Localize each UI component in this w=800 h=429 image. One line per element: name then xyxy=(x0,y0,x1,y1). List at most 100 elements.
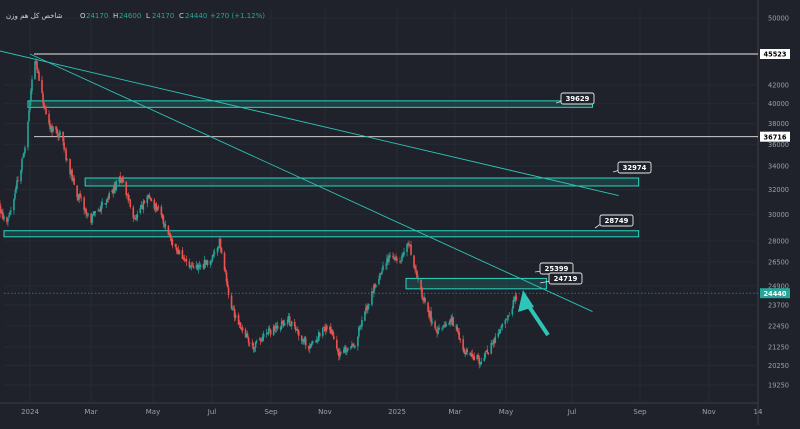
candle-body xyxy=(415,268,417,271)
candle-body xyxy=(135,218,138,220)
candle-body xyxy=(73,178,75,185)
y-tick-label: 36000 xyxy=(768,141,789,149)
candle-body xyxy=(213,252,216,254)
y-tick-label: 20250 xyxy=(768,362,789,370)
candle-body xyxy=(122,179,125,182)
candle-body xyxy=(79,193,81,198)
candle-body xyxy=(210,261,213,262)
candle-body xyxy=(431,321,433,324)
candle-body xyxy=(512,300,515,308)
candle-body xyxy=(332,330,334,336)
x-tick-label: 2024 xyxy=(21,408,39,416)
candle-body xyxy=(511,308,514,315)
candle-body xyxy=(507,315,510,318)
candle-body xyxy=(437,329,439,334)
candle-body xyxy=(125,181,128,196)
candle-body xyxy=(375,285,377,287)
x-tick-label: May xyxy=(146,408,160,416)
candle-body xyxy=(44,107,46,109)
candle-body xyxy=(234,315,237,318)
candle-body xyxy=(42,93,44,104)
x-tick-label: May xyxy=(499,408,513,416)
candle-body xyxy=(164,224,167,227)
candle-body xyxy=(251,342,254,346)
candle-body xyxy=(367,304,369,310)
candle-body xyxy=(148,194,151,198)
candle-body xyxy=(17,180,19,181)
chart-svg[interactable]: 2024MarMayJulSepNov2025MarMayJulSepNov14… xyxy=(0,0,800,425)
ohlc-value: 24170 xyxy=(152,12,174,20)
x-tick-label: Jul xyxy=(567,408,577,416)
y-tick-label: 50000 xyxy=(768,15,789,23)
candle-body xyxy=(456,326,458,332)
candle-body xyxy=(462,339,464,351)
candle-body xyxy=(191,265,194,267)
candle-body xyxy=(248,342,251,344)
y-tick-label: 23700 xyxy=(768,302,789,310)
candle-body xyxy=(358,327,360,337)
ohlc-value: 24170 xyxy=(86,12,108,20)
candle-body xyxy=(346,350,348,353)
candle-body xyxy=(223,253,226,271)
candle-body xyxy=(498,333,501,335)
y-tick-label: 22450 xyxy=(768,322,789,330)
candle-body xyxy=(448,323,450,325)
ohlc-key: L xyxy=(146,12,150,20)
level-price-label: 45523 xyxy=(764,51,787,59)
candle-body xyxy=(10,211,12,213)
candle-body xyxy=(388,256,390,262)
candle-body xyxy=(421,287,423,298)
candle-body xyxy=(34,61,36,79)
candle-body xyxy=(107,198,110,200)
candle-body xyxy=(199,265,202,267)
candle-body xyxy=(219,238,222,249)
candle-body xyxy=(216,247,219,253)
candle-body xyxy=(14,193,16,199)
candle-body xyxy=(56,128,58,134)
resistance-zone xyxy=(405,277,547,290)
candle-body xyxy=(406,243,408,253)
candle-body xyxy=(288,316,291,326)
candle-body xyxy=(132,207,135,218)
candle-body xyxy=(45,108,47,115)
y-tick-label: 26500 xyxy=(768,259,789,267)
candle-body xyxy=(230,295,233,309)
candle-body xyxy=(368,304,370,306)
price-chart[interactable]: 2024MarMayJulSepNov2025MarMayJulSepNov14… xyxy=(0,0,800,425)
candle-body xyxy=(23,152,25,157)
candle-body xyxy=(146,195,149,204)
x-tick-label: Sep xyxy=(264,408,278,416)
candle-body xyxy=(21,158,23,171)
y-tick-label: 30000 xyxy=(768,211,789,219)
callout-label: 24719 xyxy=(554,275,578,283)
candle-body xyxy=(401,255,403,261)
candle-body xyxy=(417,278,419,280)
chart-background xyxy=(0,0,800,425)
candle-body xyxy=(157,206,160,208)
y-tick-label: 42000 xyxy=(768,81,789,89)
candle-body xyxy=(62,131,64,142)
y-tick-label: 38000 xyxy=(768,120,789,128)
candle-body xyxy=(458,332,460,340)
x-tick-label: Sep xyxy=(633,408,647,416)
candle-body xyxy=(241,327,244,331)
candle-body xyxy=(105,203,108,205)
callout-label: 32974 xyxy=(623,164,647,172)
candle-body xyxy=(267,329,270,334)
candle-body xyxy=(91,215,93,223)
candle-body xyxy=(501,324,504,327)
candle-body xyxy=(473,356,476,361)
candle-body xyxy=(459,338,461,341)
candle-body xyxy=(378,279,380,285)
candle-body xyxy=(340,352,342,354)
resistance-zone xyxy=(3,230,640,238)
candle-body xyxy=(87,214,89,216)
candle-body xyxy=(487,352,490,355)
candle-body xyxy=(381,271,383,274)
candle-body xyxy=(139,207,142,213)
candle-body xyxy=(143,200,146,203)
candle-body xyxy=(310,343,313,344)
candle-body xyxy=(29,100,31,110)
ohlc-value: 24600 xyxy=(119,12,141,20)
candle-body xyxy=(477,355,480,358)
